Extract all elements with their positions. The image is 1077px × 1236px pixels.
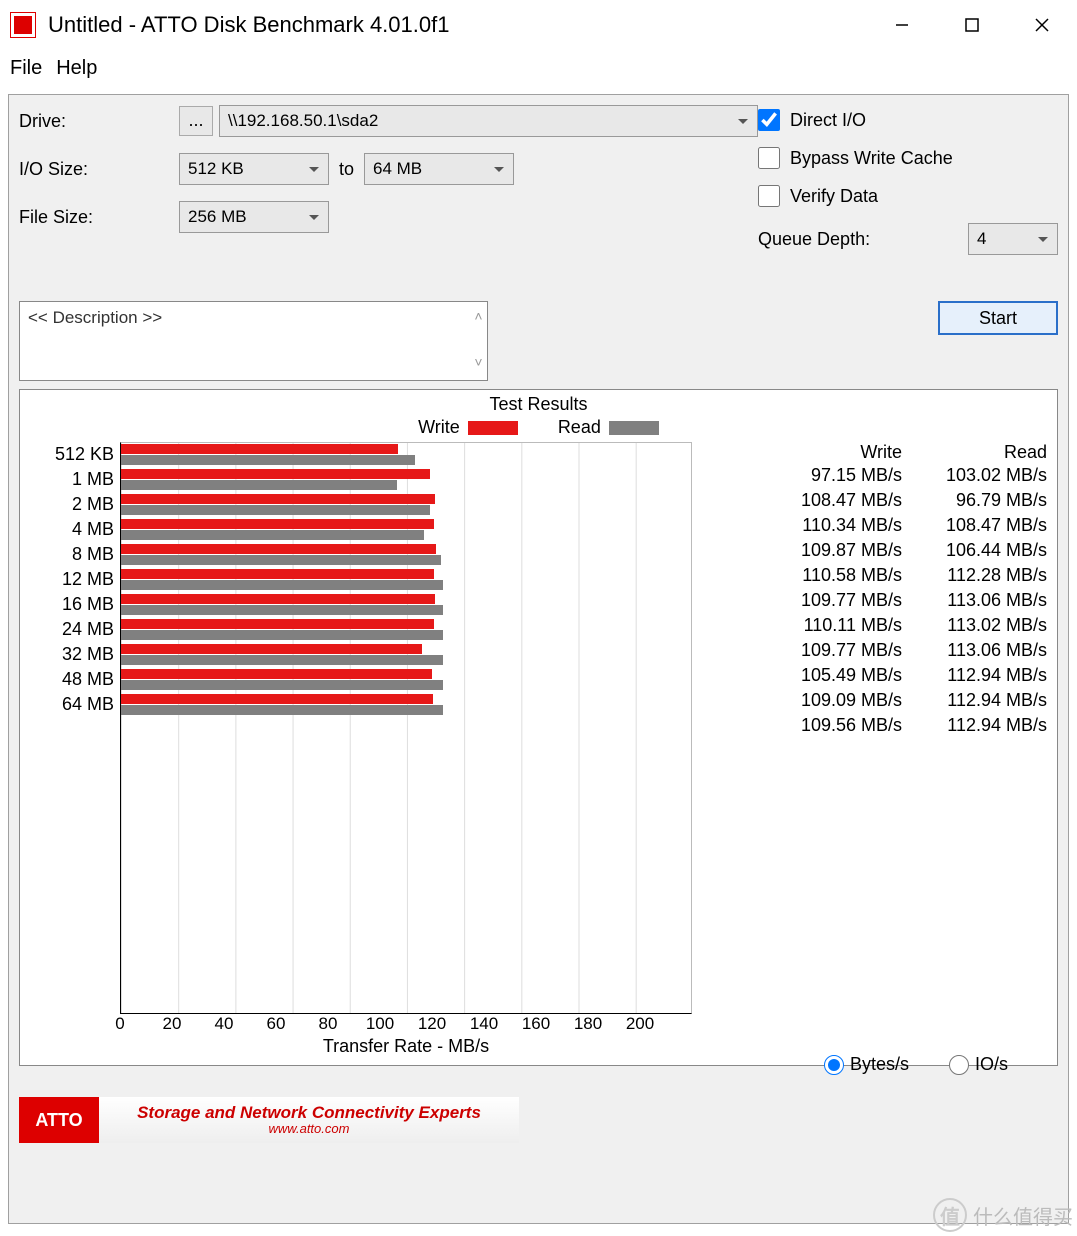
chart-legend: Write Read <box>20 417 1057 438</box>
menu-bar: File Help <box>0 50 1077 86</box>
main-panel: Drive: ... \\192.168.50.1\sda2 I/O Size:… <box>8 94 1069 1224</box>
description-input[interactable]: << Description >> ˄˅ <box>19 301 488 381</box>
queue-depth-label: Queue Depth: <box>758 229 968 250</box>
to-label: to <box>339 159 354 180</box>
result-row: 109.77 MB/s113.06 MB/s <box>767 638 1057 663</box>
maximize-button[interactable] <box>937 0 1007 50</box>
menu-file[interactable]: File <box>10 57 42 80</box>
results-head-read: Read <box>912 442 1057 463</box>
result-row: 109.87 MB/s106.44 MB/s <box>767 538 1057 563</box>
app-icon <box>10 12 36 38</box>
result-row: 105.49 MB/s112.94 MB/s <box>767 663 1057 688</box>
close-button[interactable] <box>1007 0 1077 50</box>
results-panel: Test Results Write Read 512 KB1 MB2 MB4 … <box>19 389 1058 1066</box>
result-row: 110.11 MB/s113.02 MB/s <box>767 613 1057 638</box>
results-table: Write Read 97.15 MB/s103.02 MB/s108.47 M… <box>767 442 1057 1014</box>
result-row: 110.58 MB/s112.28 MB/s <box>767 563 1057 588</box>
io-size-label: I/O Size: <box>19 159 179 180</box>
chart-y-labels: 512 KB1 MB2 MB4 MB8 MB12 MB16 MB24 MB32 … <box>20 442 120 1014</box>
chart-x-axis: 020406080100120140160180200 <box>120 1014 692 1034</box>
scroll-down-icon[interactable]: ˅ <box>474 354 482 370</box>
menu-help[interactable]: Help <box>56 57 97 80</box>
scroll-up-icon[interactable]: ˄ <box>474 308 482 324</box>
drive-select[interactable]: \\192.168.50.1\sda2 <box>219 105 758 137</box>
watermark: 值 什么值得买 <box>933 1198 1073 1232</box>
drive-label: Drive: <box>19 111 179 132</box>
minimize-button[interactable] <box>867 0 937 50</box>
io-radio[interactable]: IO/s <box>949 1054 1008 1075</box>
file-size-select[interactable]: 256 MB <box>179 201 329 233</box>
title-bar: Untitled - ATTO Disk Benchmark 4.01.0f1 <box>0 0 1077 50</box>
chart-x-label: Transfer Rate - MB/s <box>120 1036 692 1057</box>
window-title: Untitled - ATTO Disk Benchmark 4.01.0f1 <box>48 12 867 38</box>
start-button[interactable]: Start <box>938 301 1058 335</box>
queue-depth-select[interactable]: 4 <box>968 223 1058 255</box>
results-title: Test Results <box>20 394 1057 415</box>
io-from-select[interactable]: 512 KB <box>179 153 329 185</box>
verify-checkbox[interactable]: Verify Data <box>758 185 1058 207</box>
result-row: 109.77 MB/s113.06 MB/s <box>767 588 1057 613</box>
direct-io-checkbox[interactable]: Direct I/O <box>758 109 1058 131</box>
result-row: 108.47 MB/s96.79 MB/s <box>767 488 1057 513</box>
unit-radios: Bytes/s IO/s <box>824 1054 1008 1075</box>
file-size-label: File Size: <box>19 207 179 228</box>
bytes-radio[interactable]: Bytes/s <box>824 1054 909 1075</box>
bypass-checkbox[interactable]: Bypass Write Cache <box>758 147 1058 169</box>
atto-banner[interactable]: ATTO Storage and Network Connectivity Ex… <box>19 1097 519 1143</box>
browse-button[interactable]: ... <box>179 106 213 136</box>
io-to-select[interactable]: 64 MB <box>364 153 514 185</box>
watermark-icon: 值 <box>933 1198 967 1232</box>
result-row: 110.34 MB/s108.47 MB/s <box>767 513 1057 538</box>
chart-plot <box>120 442 692 1014</box>
results-head-write: Write <box>767 442 912 463</box>
banner-logo: ATTO <box>19 1097 99 1143</box>
result-row: 109.56 MB/s112.94 MB/s <box>767 713 1057 738</box>
result-row: 109.09 MB/s112.94 MB/s <box>767 688 1057 713</box>
result-row: 97.15 MB/s103.02 MB/s <box>767 463 1057 488</box>
